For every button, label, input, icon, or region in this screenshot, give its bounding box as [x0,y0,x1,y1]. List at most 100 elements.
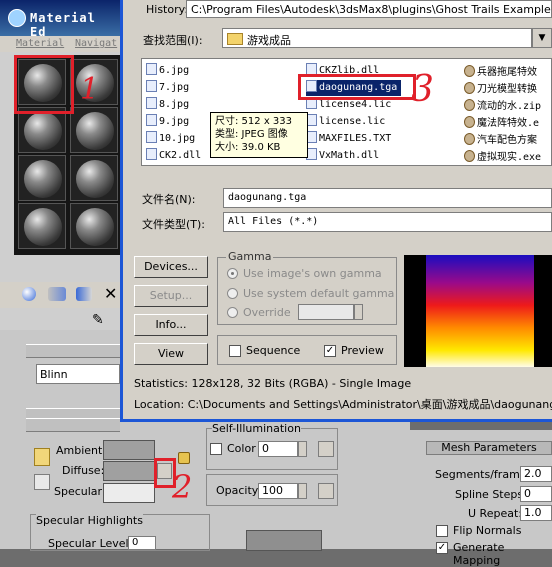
annotation-box-1 [14,55,74,114]
sample-sphere [24,112,62,150]
u-repeat-label: U Repeat: [468,507,522,520]
location-text: Location: C:\Documents and Settings\Admi… [134,398,552,411]
self-illum-color-checkbox[interactable] [210,443,222,455]
info-button[interactable]: Info... [134,314,208,336]
dll-file-icon [146,148,157,160]
devices-button[interactable]: Devices... [134,256,208,278]
look-in-label: 查找范围(I): [143,34,203,47]
self-illumination-label: Self-Illumination [212,422,301,435]
opacity-map-button[interactable] [318,483,334,499]
put-to-scene-icon[interactable] [48,287,66,301]
rollout-divider[interactable] [26,418,120,432]
list-item[interactable]: license.lic [306,114,385,130]
sample-sphere [76,208,114,246]
specular-level-field[interactable]: 0 [128,536,156,550]
opacity-label: Opacity: [216,484,262,497]
list-item[interactable]: 10.jpg [146,131,195,147]
annotation-number-2: 2 [172,468,193,506]
app-file-icon [464,65,475,77]
setup-button[interactable]: Setup... [134,285,208,307]
gamma-override-field[interactable] [298,304,354,320]
generate-mapping-checkbox[interactable]: ✓ [436,542,448,554]
pick-dropper-icon[interactable]: ✎ [92,312,104,328]
opacity-field[interactable]: 100 [258,483,298,499]
tooltip-filesize: 大小: 39.0 KB [215,142,281,153]
mesh-parameters-header[interactable]: Mesh Parameters [426,441,552,455]
chevron-down-icon[interactable]: ▼ [532,28,552,48]
highlight-curve-graph [246,530,322,551]
list-item[interactable]: 7.jpg [146,80,189,96]
list-item[interactable]: 虚拟现实.exe [464,148,541,164]
spline-steps-field[interactable]: 0 [520,486,552,502]
gamma-override-spinner[interactable] [354,304,363,320]
filename-input[interactable]: daogunang.tga [223,188,552,208]
gamma-system-radio[interactable] [227,288,238,299]
specular-color-swatch[interactable] [103,483,155,503]
specular-map-icon[interactable] [34,474,50,490]
filename-label: 文件名(N): [142,193,196,206]
archive-file-icon [464,99,475,111]
sample-slot-6[interactable] [70,155,118,201]
ambient-color-swatch[interactable] [103,440,155,460]
diffuse-color-swatch[interactable] [103,461,155,481]
gamma-own-radio[interactable] [227,268,238,279]
list-item[interactable]: MAXFILES.TXT [306,131,391,147]
filetype-dropdown[interactable]: All Files (*.*) [223,212,552,232]
lock-icon[interactable] [178,452,190,464]
list-item[interactable]: 8.jpg [146,97,189,113]
flip-normals-label: Flip Normals [453,524,522,537]
gamma-override-radio[interactable] [227,307,238,318]
preview-label: Preview [341,344,384,357]
flip-normals-checkbox[interactable] [436,525,448,537]
annotation-number-1: 1 [80,72,100,107]
reset-x-icon[interactable]: ✕ [104,284,117,303]
sample-sphere [24,160,62,198]
list-item[interactable]: 流动的水.zip [464,97,541,113]
image-file-icon [146,63,157,75]
list-item[interactable]: 兵器拖尾特效 [464,63,537,79]
get-material-icon[interactable] [22,287,36,301]
menu-navigation[interactable]: Navigat [75,38,117,49]
list-item[interactable]: 汽车配色方案 [464,131,537,147]
list-item[interactable]: 魔法阵特效.e [464,114,539,130]
self-illum-spinner[interactable] [298,441,307,457]
shader-type-select[interactable]: Blinn [36,364,120,384]
list-item[interactable]: CK2.dll [146,148,201,164]
folder-icon [227,33,243,45]
sample-sphere [24,208,62,246]
list-item[interactable]: 9.jpg [146,114,189,130]
sequence-checkbox[interactable] [229,345,241,357]
self-illum-map-button[interactable] [318,441,334,457]
self-illum-color-label: Color [227,442,256,455]
sample-sphere [76,112,114,150]
gamma-own-label: Use image's own gamma [243,267,382,280]
u-repeat-field[interactable]: 1.0 [520,505,552,521]
list-item[interactable]: 刀光模型转换 [464,80,537,96]
image-file-icon [146,97,157,109]
sample-slot-4[interactable] [70,107,118,153]
rollout-divider[interactable] [26,344,120,358]
gamma-title: Gamma [226,250,274,263]
list-item[interactable]: VxMath.dll [306,148,379,164]
sample-slot-5[interactable] [18,155,66,201]
self-illum-value-field[interactable]: 0 [258,441,298,457]
app-file-icon [464,150,475,162]
material-editor-titlebar: Material Ed [0,0,120,39]
lock-ambient-icon[interactable] [34,448,50,466]
view-button[interactable]: View [134,343,208,365]
preview-checkbox[interactable]: ✓ [324,345,336,357]
diffuse-label: Diffuse: [62,464,105,477]
material-editor-title: Material Ed [30,11,96,39]
menu-material[interactable]: Material [16,38,64,49]
sample-slot-7[interactable] [18,203,66,249]
assign-material-icon[interactable] [76,287,92,301]
max-logo-icon [8,9,26,27]
tooltip-size: 尺寸: 512 x 333 [215,116,292,127]
segments-field[interactable]: 2.0 [520,466,552,482]
opacity-spinner[interactable] [298,483,307,499]
app-file-icon [464,116,475,128]
look-in-dropdown[interactable]: 游戏成品 [222,28,532,48]
sample-slot-8[interactable] [70,203,118,249]
history-dropdown[interactable]: C:\Program Files\Autodesk\3dsMax8\plugin… [186,0,552,18]
list-item[interactable]: 6.jpg [146,63,189,79]
